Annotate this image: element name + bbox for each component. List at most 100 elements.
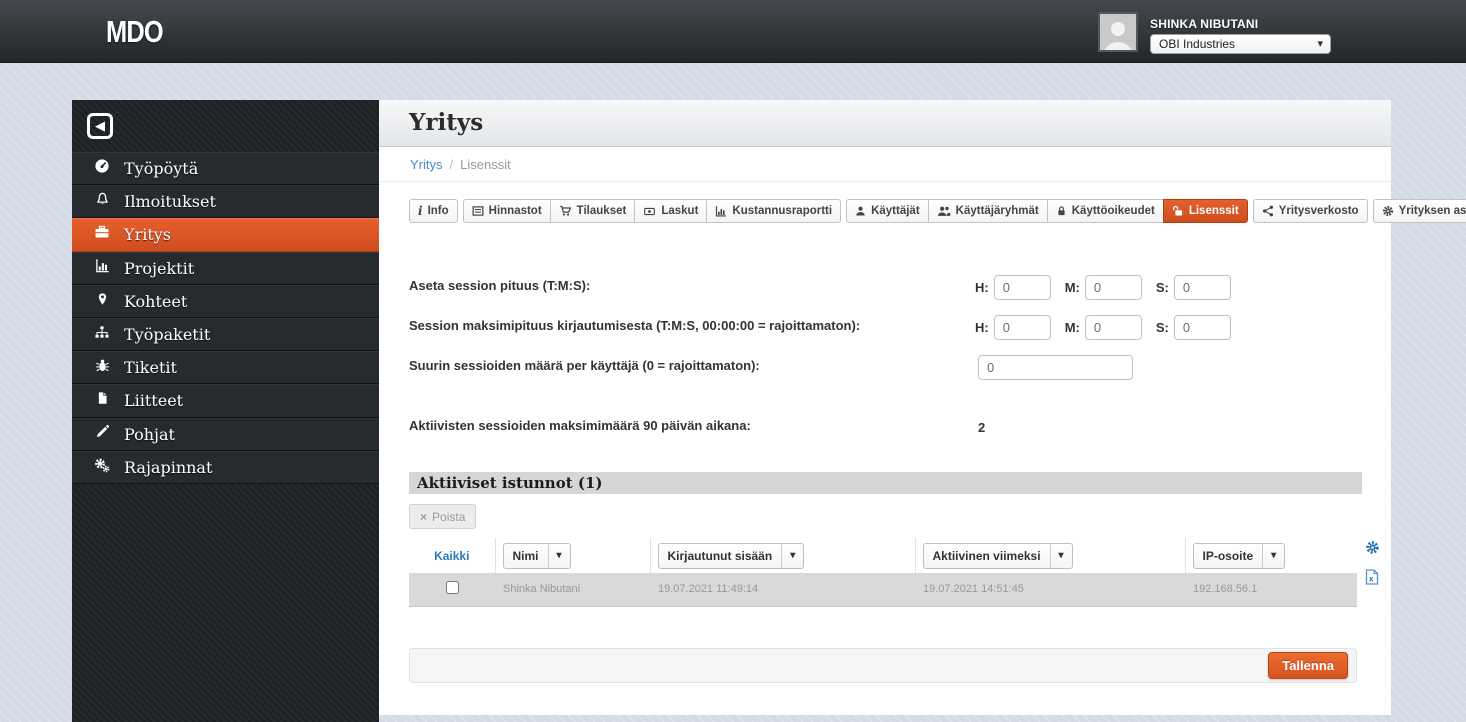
- session-max-minutes-input[interactable]: [1084, 314, 1142, 340]
- company-selector-value: OBI Industries: [1159, 37, 1236, 51]
- user-group-icon: [937, 205, 951, 217]
- row-checkbox[interactable]: [445, 581, 459, 595]
- tab-info[interactable]: i Info: [409, 199, 458, 223]
- column-sort-ip[interactable]: IP-osoite ▾: [1192, 542, 1286, 569]
- sidebar-item-label: Työpaketit: [124, 325, 211, 345]
- hours-label: H:: [975, 279, 989, 295]
- form-row-session-length: Aseta session pituus (T:M:S): H: M: S:: [379, 270, 1391, 304]
- sidebar-item-liitteet[interactable]: Liitteet: [72, 384, 379, 418]
- caret-down-icon: ▾: [1317, 38, 1323, 50]
- sidebar-item-label: Työpöytä: [124, 159, 199, 179]
- lock-icon: [1056, 205, 1067, 217]
- session-length-seconds-input[interactable]: [1173, 274, 1231, 300]
- sidebar-item-yritys[interactable]: Yritys: [72, 218, 379, 252]
- sidebar-item-rajapinnat[interactable]: Rajapinnat: [72, 450, 379, 484]
- minutes-label: M:: [1064, 319, 1080, 335]
- column-label: Nimi: [512, 548, 539, 563]
- excel-export-icon[interactable]: x: [1365, 569, 1385, 590]
- field-label: Session maksimipituus kirjautumisesta (T…: [409, 318, 861, 333]
- delete-session-button[interactable]: × Poista: [409, 504, 477, 529]
- report-chart-icon: [715, 205, 727, 217]
- page-header: Yritys: [379, 100, 1391, 147]
- column-sort-nimi[interactable]: Nimi ▾: [502, 542, 571, 569]
- tab-yrityksen-asetukset[interactable]: Yrityksen asetukset: [1372, 199, 1466, 223]
- svg-text:x: x: [1369, 575, 1374, 584]
- company-selector[interactable]: OBI Industries ▾: [1150, 34, 1331, 54]
- sidebar-item-ilmoitukset[interactable]: Ilmoitukset: [72, 185, 379, 219]
- sidebar-item-tyopoyta[interactable]: Työpöytä: [72, 152, 379, 186]
- sidebar: ◀ Työpöytä Ilmoitukset Yritys Projektit …: [72, 100, 379, 722]
- tab-group-users: Käyttäjät Käyttäjäryhmät Käyttöoikeudet …: [846, 199, 1248, 223]
- caret-down-icon[interactable]: ▾: [1049, 543, 1072, 568]
- column-sort-aktiivinen[interactable]: Aktiivinen viimeksi ▾: [922, 542, 1073, 569]
- cart-icon: [559, 205, 572, 217]
- tab-kayttajat[interactable]: Käyttäjät: [846, 199, 929, 223]
- active-sessions-section-title: Aktiiviset istunnot (1): [409, 472, 1362, 494]
- top-bar: MDO SHINKA NIBUTANI OBI Industries ▾: [0, 0, 1466, 63]
- main-panel: Yritys Yritys / Lisenssit i Info Hinnastot…: [379, 100, 1466, 715]
- tab-label: Laskut: [661, 205, 699, 217]
- tab-tilaukset[interactable]: Tilaukset: [549, 199, 636, 223]
- tab-kayttooikeudet[interactable]: Käyttöoikeudet: [1046, 199, 1164, 223]
- select-all-link[interactable]: Kaikki: [409, 549, 495, 563]
- cell-name: Shinka Nibutani: [495, 573, 650, 607]
- max-sessions-input[interactable]: [978, 354, 1133, 380]
- save-button[interactable]: Tallenna: [1268, 652, 1348, 679]
- tab-label: Lisenssit: [1188, 205, 1239, 217]
- sitemap-icon: [92, 325, 112, 345]
- sidebar-item-label: Projektit: [124, 258, 195, 278]
- tab-label: Yrityksen asetukset: [1398, 205, 1466, 217]
- dashboard-icon: [92, 158, 112, 179]
- sidebar-item-pohjat[interactable]: Pohjat: [72, 417, 379, 451]
- hms-controls: H: M: S:: [975, 270, 1231, 304]
- tab-kayttajaryhmat[interactable]: Käyttäjäryhmät: [927, 199, 1048, 223]
- sidebar-item-tiketit[interactable]: Tiketit: [72, 351, 379, 385]
- breadcrumb-parent-link[interactable]: Yritys: [410, 157, 443, 172]
- session-max-seconds-input[interactable]: [1173, 314, 1231, 340]
- session-length-hours-input[interactable]: [993, 274, 1051, 300]
- seconds-label: S:: [1155, 319, 1169, 335]
- sidebar-item-projektit[interactable]: Projektit: [72, 251, 379, 285]
- sidebar-item-tyopaketit[interactable]: Työpaketit: [72, 317, 379, 352]
- map-marker-icon: [92, 291, 112, 312]
- session-length-minutes-input[interactable]: [1084, 274, 1142, 300]
- user-name: SHINKA NIBUTANI: [1150, 17, 1259, 31]
- session-max-hours-input[interactable]: [993, 314, 1051, 340]
- table-settings-gear-icon[interactable]: [1365, 540, 1385, 560]
- sidebar-item-kohteet[interactable]: Kohteet: [72, 284, 379, 318]
- tab-kustannusraportti[interactable]: Kustannusraportti: [706, 199, 842, 223]
- price-list-icon: [472, 205, 484, 217]
- form-row-max-sessions: Suurin sessioiden määrä per käyttäjä (0 …: [379, 350, 1391, 384]
- breadcrumb-current: Lisenssit: [460, 157, 511, 172]
- column-sort-kirjautunut[interactable]: Kirjautunut sisään ▾: [657, 542, 805, 569]
- tab-label: Käyttöoikeudet: [1071, 205, 1155, 217]
- form-row-session-max-length: Session maksimipituus kirjautumisesta (T…: [379, 310, 1391, 344]
- form-footer: Tallenna: [409, 648, 1357, 683]
- caret-down-icon[interactable]: ▾: [547, 543, 570, 568]
- form-row-active-sessions-90d: Aktiivisten sessioiden maksimimäärä 90 p…: [379, 410, 1391, 444]
- field-label: Suurin sessioiden määrä per käyttäjä (0 …: [409, 358, 760, 373]
- table-row[interactable]: Shinka Nibutani 19.07.2021 11:49:14 19.0…: [409, 573, 1357, 607]
- tab-hinnastot[interactable]: Hinnastot: [462, 199, 551, 223]
- cell-ip: 192.168.56.1: [1185, 573, 1357, 607]
- tab-laskut[interactable]: Laskut: [634, 199, 708, 223]
- hours-label: H:: [975, 319, 989, 335]
- bug-icon: [92, 358, 112, 378]
- column-label: IP-osoite: [1202, 548, 1254, 563]
- tab-bar: i Info Hinnastot Tilaukset Laskut Kustan…: [409, 199, 1466, 223]
- tab-yritysverkosto[interactable]: Yritysverkosto: [1252, 199, 1368, 223]
- sidebar-item-label: Pohjat: [124, 424, 175, 444]
- gears-icon: [92, 457, 112, 478]
- cell-last-active: 19.07.2021 14:51:45: [915, 573, 1185, 607]
- tab-label: Info: [427, 205, 449, 217]
- tab-lisenssit[interactable]: Lisenssit: [1162, 199, 1248, 223]
- close-icon: ×: [420, 509, 428, 524]
- sidebar-collapse-button[interactable]: ◀: [87, 113, 113, 139]
- tab-label: Käyttäjät: [871, 205, 920, 217]
- sidebar-item-label: Liitteet: [124, 391, 184, 411]
- caret-down-icon[interactable]: ▾: [781, 543, 803, 568]
- active-sessions-table: Kaikki Nimi ▾ Kirjautunut sisään ▾ Aktii: [409, 538, 1357, 607]
- caret-down-icon[interactable]: ▾: [1262, 543, 1284, 568]
- active-sessions-value-wrap: 2: [975, 410, 985, 444]
- person-icon: [1104, 22, 1132, 50]
